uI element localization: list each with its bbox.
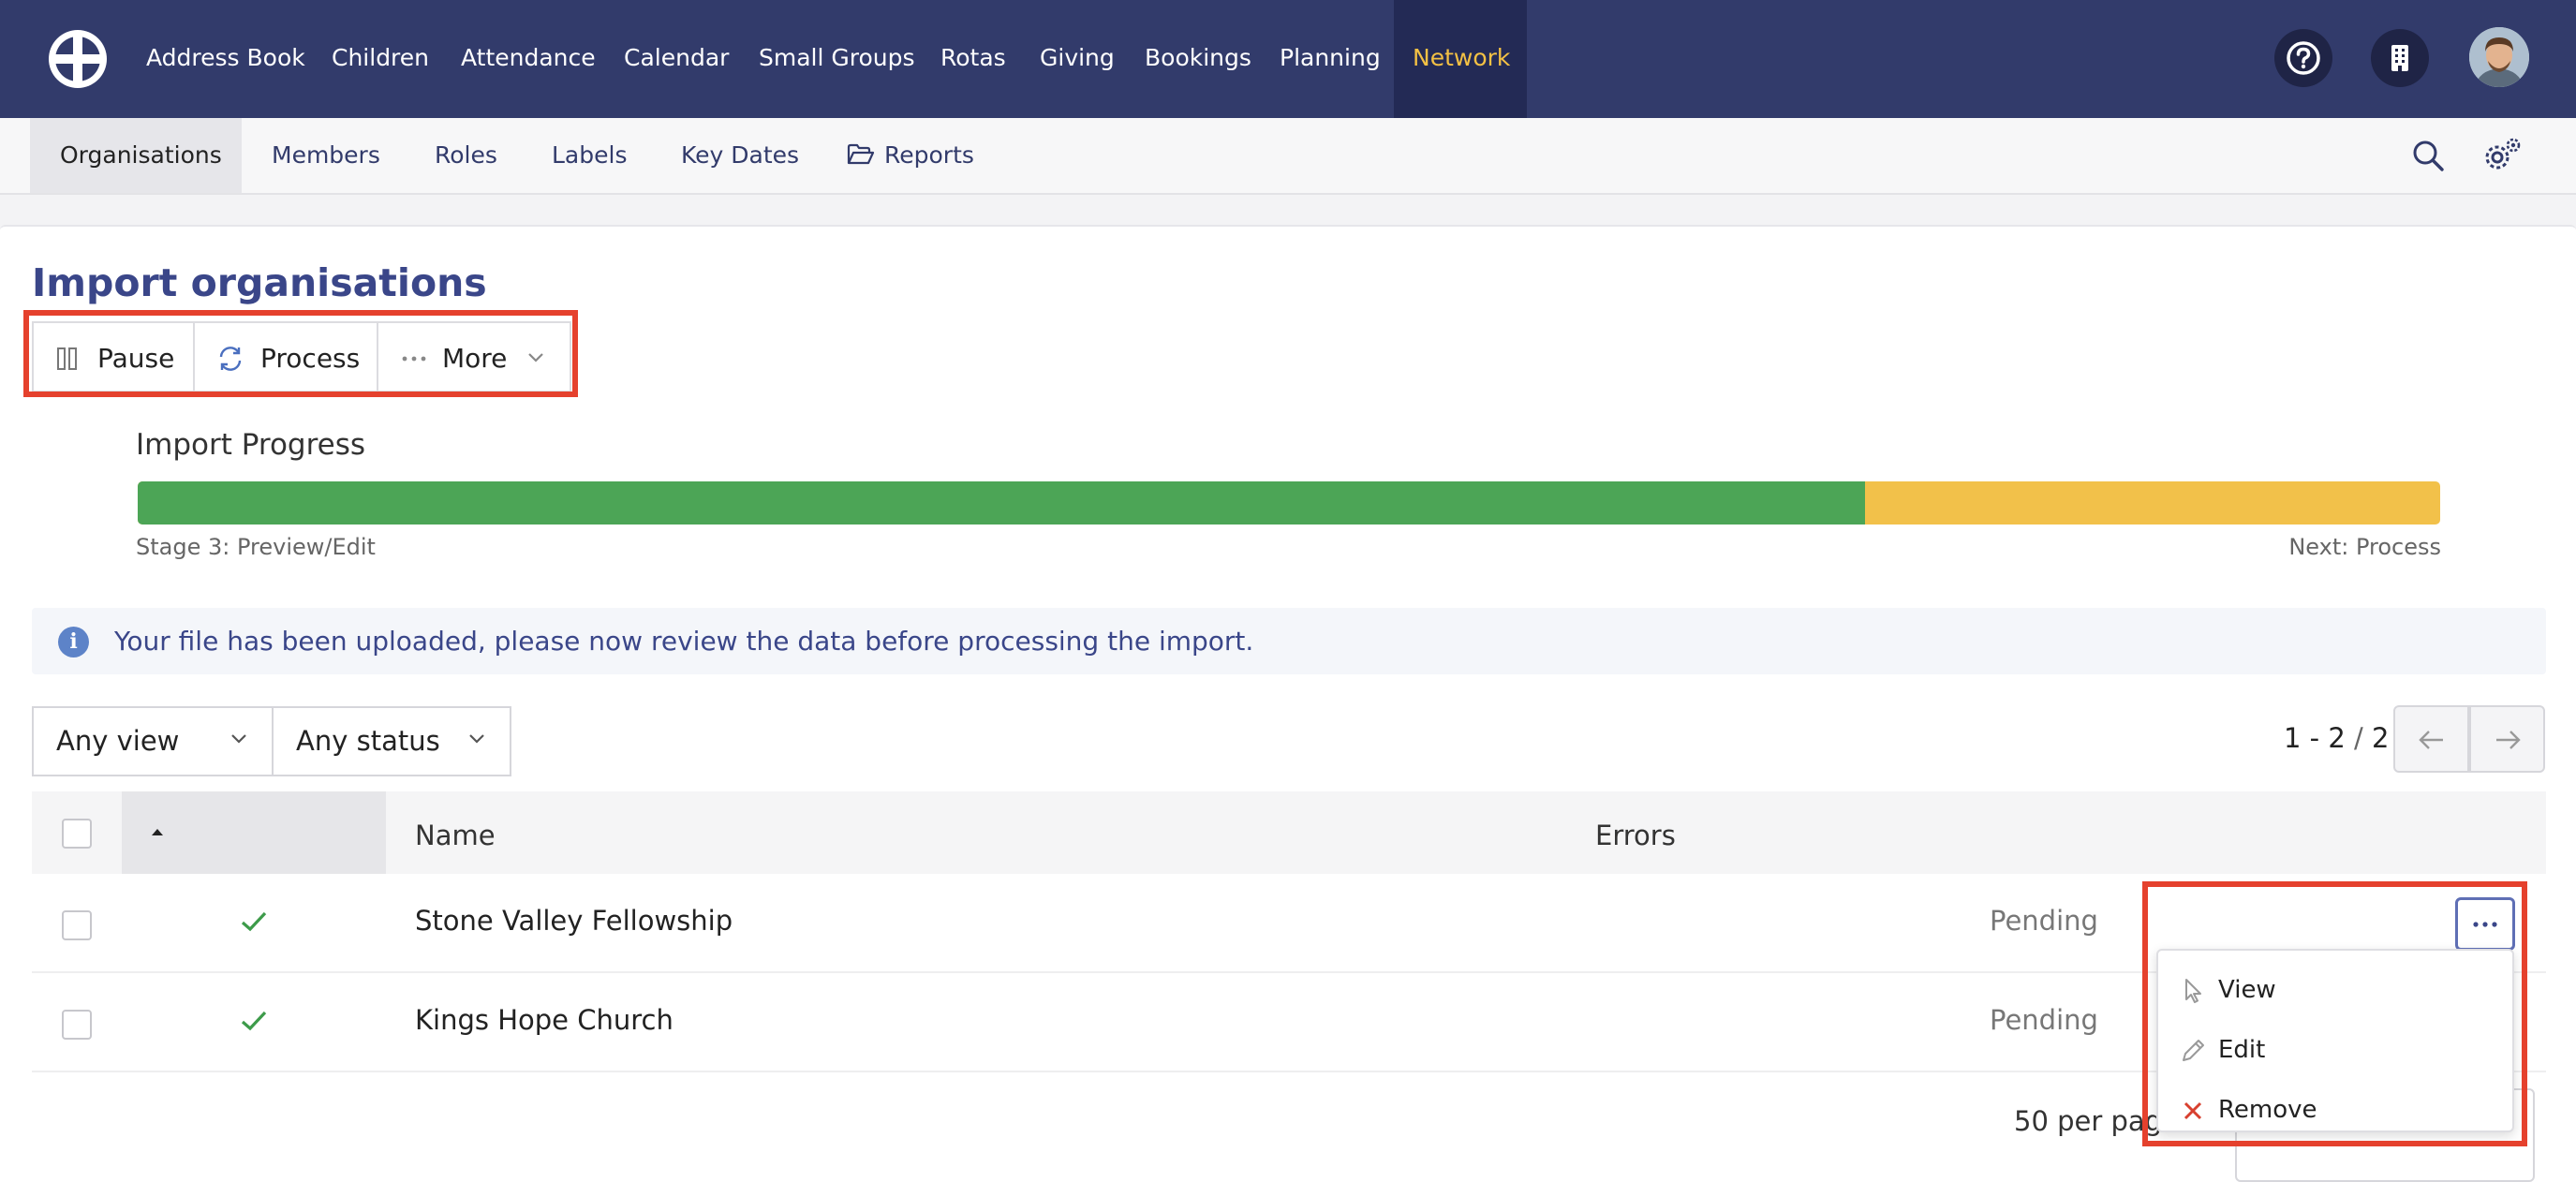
tab-organisations[interactable]: Organisations (30, 118, 242, 193)
chevron-down-icon (469, 734, 484, 744)
pause-button[interactable]: Pause (32, 321, 195, 392)
pointer-icon (2185, 979, 2201, 1003)
row-status: Pending (1990, 905, 2098, 937)
nav-item-calendar[interactable]: Calendar (624, 0, 729, 118)
status-filter-select[interactable]: Any status (272, 706, 511, 776)
tab-key-dates[interactable]: Key Dates (681, 118, 799, 193)
status-filter-value: Any status (296, 725, 440, 757)
checkmark-icon (241, 1011, 267, 1031)
nav-item-rotas[interactable]: Rotas (940, 0, 1006, 118)
tab-labels[interactable]: Labels (552, 118, 627, 193)
more-button-label: More (442, 343, 508, 374)
nav-item-bookings[interactable]: Bookings (1145, 0, 1251, 118)
import-progress-bar (138, 481, 2440, 525)
tab-reports-label: Reports (884, 141, 974, 169)
pause-icon (57, 347, 77, 370)
pause-button-label: Pause (97, 343, 175, 374)
sub-nav-bar: Organisations Members Roles Labels Key D… (0, 118, 2576, 195)
more-button[interactable]: More (377, 321, 571, 392)
process-button-label: Process (260, 343, 361, 374)
nav-item-planning[interactable]: Planning (1280, 0, 1381, 118)
per-page-label: 50 per page (2014, 1105, 2179, 1137)
view-filter-value: Any view (56, 725, 180, 757)
row-checkbox[interactable] (62, 1010, 92, 1040)
chevron-down-icon (528, 353, 543, 362)
info-alert: i Your file has been uploaded, please no… (32, 608, 2546, 674)
arrow-right-icon (2496, 731, 2521, 749)
menu-item-edit-label: Edit (2218, 1036, 2266, 1064)
nav-item-children[interactable]: Children (332, 0, 429, 118)
refresh-icon (219, 347, 242, 371)
pagination-range: 1 - 2 / 2 (2284, 722, 2390, 754)
help-icon (2287, 41, 2320, 75)
info-icon: i (58, 627, 89, 657)
pagination-range-value: 1 - 2 (2284, 722, 2346, 754)
top-nav-bar: Address Book Children Attendance Calenda… (0, 0, 2576, 118)
row-checkbox[interactable] (62, 910, 92, 940)
nav-item-giving[interactable]: Giving (1040, 0, 1115, 118)
select-all-checkbox[interactable] (62, 819, 92, 849)
sort-ascending-icon (152, 829, 163, 835)
column-header-name[interactable]: Name (415, 820, 496, 851)
nav-item-address-book[interactable]: Address Book (146, 0, 305, 118)
menu-item-view[interactable]: View (2158, 962, 2512, 1022)
building-icon (2391, 45, 2408, 71)
progress-bar-fill (138, 481, 1865, 525)
close-icon (2184, 1101, 2202, 1120)
ellipsis-icon (2473, 922, 2497, 927)
avatar-image (2469, 27, 2529, 87)
checkmark-icon (241, 911, 267, 932)
chevron-down-icon (231, 734, 246, 744)
tab-reports[interactable]: Reports (847, 118, 974, 193)
info-message: Your file has been uploaded, please now … (114, 626, 1254, 657)
row-name: Stone Valley Fellowship (415, 905, 733, 937)
row-name: Kings Hope Church (415, 1004, 674, 1036)
row-status: Pending (1990, 1004, 2098, 1036)
menu-item-remove[interactable]: Remove (2158, 1082, 2512, 1142)
view-filter-select[interactable]: Any view (32, 706, 274, 776)
organisation-switch-button[interactable] (2371, 29, 2429, 87)
previous-page-button[interactable] (2393, 705, 2469, 773)
folder-open-icon (847, 143, 875, 165)
table-header: Name Errors (32, 791, 2546, 874)
nav-item-network[interactable]: Network (1394, 0, 1527, 118)
pagination-total: 2 (2372, 722, 2390, 754)
progress-title: Import Progress (136, 428, 366, 462)
row-actions-button[interactable] (2455, 897, 2515, 951)
next-page-button[interactable] (2469, 705, 2545, 773)
ellipsis-icon (402, 356, 426, 362)
tab-roles[interactable]: Roles (435, 118, 497, 193)
next-stage-label: Next: Process (2288, 534, 2441, 560)
search-icon[interactable] (2411, 139, 2445, 172)
tab-members[interactable]: Members (272, 118, 380, 193)
menu-item-view-label: View (2218, 976, 2276, 1004)
user-avatar[interactable] (2469, 27, 2529, 87)
nav-item-small-groups[interactable]: Small Groups (759, 0, 915, 118)
column-header-errors[interactable]: Errors (1595, 820, 1676, 851)
help-button[interactable] (2274, 29, 2332, 87)
sort-column-header[interactable] (122, 791, 386, 874)
process-button[interactable]: Process (193, 321, 378, 392)
menu-item-edit[interactable]: Edit (2158, 1022, 2512, 1082)
settings-cogs-icon[interactable] (2482, 137, 2522, 174)
current-stage-label: Stage 3: Preview/Edit (136, 534, 376, 560)
pencil-icon (2183, 1040, 2204, 1061)
page-title: Import organisations (32, 260, 487, 305)
app-logo-icon[interactable] (47, 28, 109, 90)
arrow-left-icon (2419, 731, 2443, 749)
menu-item-remove-label: Remove (2218, 1096, 2317, 1124)
nav-item-attendance[interactable]: Attendance (461, 0, 596, 118)
row-actions-menu: View Edit Remove (2156, 949, 2514, 1132)
